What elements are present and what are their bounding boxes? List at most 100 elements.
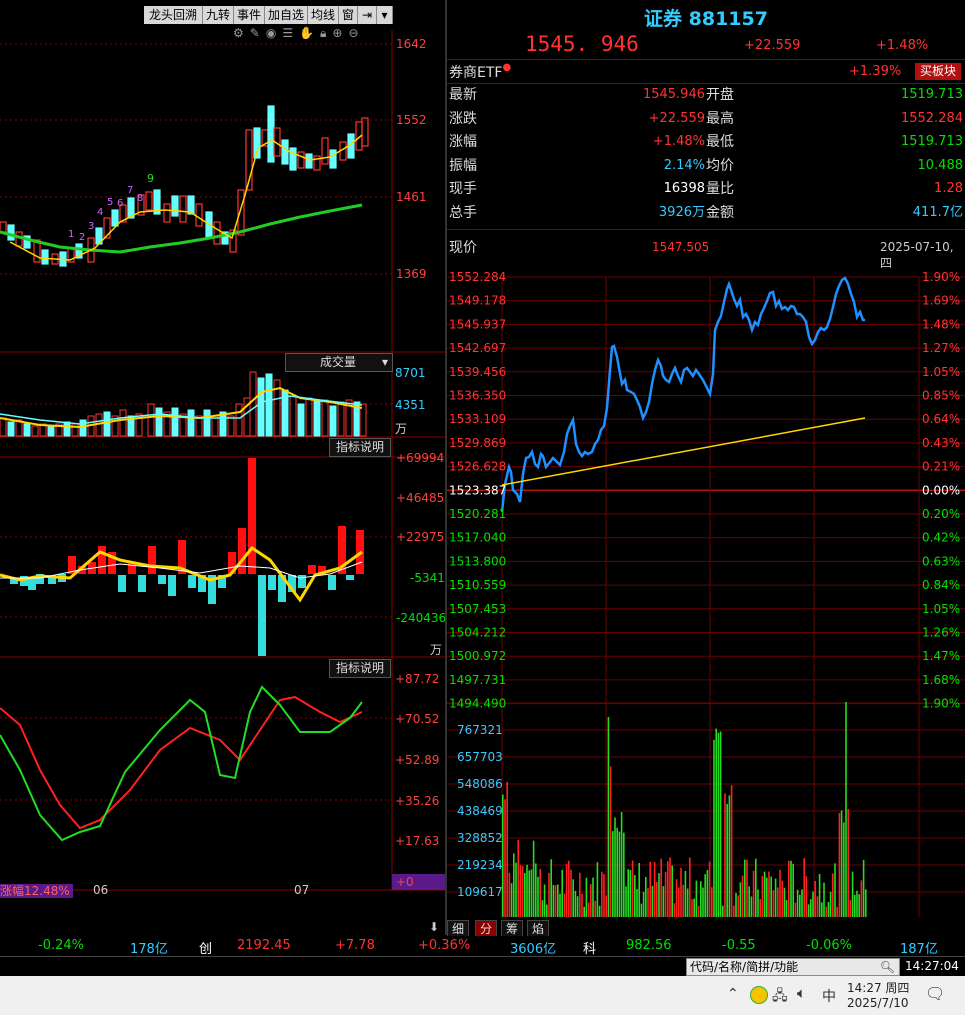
candle [297,151,305,169]
intraday-volume-bar [865,889,867,917]
search-input[interactable]: 代码/名称/简拼/功能 🔍︎ [686,958,900,976]
app-tray-icon[interactable] [750,986,768,1004]
intraday-volume-bar [649,861,651,917]
taskbar-time[interactable]: 14:27 周四 [847,979,909,996]
ime-indicator[interactable]: 中 [822,986,836,1006]
intraday-volume-bar [722,905,724,917]
intraday-volume-bar [691,899,693,917]
macd-bar [346,575,354,580]
intraday-volume-bar [638,862,640,917]
notification-icon[interactable]: 🗨︎ [925,984,945,1003]
intraday-volume-bar [744,859,746,917]
price-axis-tick: 1552.284 [449,270,506,284]
intraday-volume-bar [845,702,847,917]
intraday-volume-bar [605,895,607,917]
network-icon[interactable]: 🖧︎ [772,985,788,1009]
quote-field-value: 1519.713 [900,134,963,149]
intraday-volume-bar [847,809,849,917]
intraday-volume-bar [552,885,555,917]
pct-axis-tick: 0.20% [922,507,960,521]
ticker-item[interactable]: 科 [583,938,596,957]
intraday-volume-bar [849,899,852,917]
nine-mark: 5 [107,197,113,208]
volume-bar [0,417,7,437]
intraday-volume-bar [568,860,570,917]
intraday-volume-bar [614,817,616,917]
volume-axis-tick: 657703 [457,750,503,764]
intraday-volume-bar [851,871,854,917]
macd-bar [158,575,166,584]
intraday-chart-svg: 1552.284 1549.178 1545.937 1542.697 1539.456… [447,270,965,917]
kdj-help-button[interactable]: 指标说明 [329,659,391,678]
candle [195,203,203,227]
quote-field-value: 16398 [663,181,705,196]
chevron-up-icon[interactable]: ⌃ [727,986,739,1002]
volume-bar [227,415,235,437]
intraday-volume-bar [717,732,720,917]
intraday-volume-bar [695,880,698,917]
intraday-volume-bar [735,893,737,917]
macd-bar [188,575,196,588]
macd-axis-tick: -5341 [410,571,445,585]
macd-axis-tick: +699946 [396,451,445,465]
intraday-volume-bar [546,904,548,917]
etf-label[interactable]: 券商ETF● [449,62,511,82]
quote-info-row: 涨幅 +1.48% 最低 1519.713 [447,131,965,153]
macd-bar [268,575,276,590]
price-axis-tick: 1513.800 [449,554,506,568]
intraday-volume-bar [660,858,662,917]
intraday-volume-bar [537,876,539,917]
taskbar-date[interactable]: 2025/7/10 [847,996,909,1010]
buy-sector-button[interactable]: 买板块 [915,63,961,80]
intraday-volume-bar [825,906,827,917]
quote-field-value: 3926万 [658,204,705,220]
intraday-volume-bar [598,905,601,917]
intraday-volume-bar [792,863,794,917]
search-icon[interactable]: 🔍︎ [880,959,895,975]
pct-axis-tick: 1.68% [922,673,960,687]
volume-bar [155,407,163,437]
macd-help-button[interactable]: 指标说明 [329,438,391,457]
volume-bar [7,421,15,437]
download-icon[interactable]: ⬇ [429,920,439,934]
volume-bar [337,401,345,437]
intraday-volume-bar [631,860,634,917]
intraday-volume-bar [700,881,702,917]
volume-bar [171,407,179,437]
candle [0,221,7,233]
pct-axis-tick: 1.05% [922,365,960,379]
candle [281,139,289,165]
intraday-volume-bar [856,890,858,917]
candle [145,191,153,211]
intraday-volume-bar [596,862,599,917]
volume-icon[interactable]: 🔈︎ [797,984,806,1002]
intraday-volume-bar [634,875,636,917]
volume-bar [103,411,111,437]
month-label: 07 [294,883,309,897]
volume-bar [235,403,243,437]
candle [361,117,369,147]
pct-axis-tick: 0.42% [922,531,960,545]
intraday-volume-bar [781,880,783,917]
intraday-volume-bar [746,859,748,917]
macd-bar [328,575,336,590]
current-price-value: 1547.505 [652,240,710,254]
intraday-volume-bar [627,869,629,917]
ticker-item[interactable]: 创 [199,938,212,957]
intraday-volume-bar [711,887,713,917]
price-axis-tick: 1510.559 [449,578,506,592]
intraday-volume-bar [530,869,533,917]
quote-info-row: 振幅 2.14% 均价 10.488 [447,155,965,177]
intraday-volume-bar [750,896,753,917]
current-price-label: 现价 [449,240,477,256]
volume-axis-unit: 万 [395,422,407,436]
intraday-volume-bar [733,905,735,917]
intraday-volume-bar [821,902,823,917]
macd-axis-unit: 万 [430,643,442,657]
volume-bar [187,409,195,437]
ticker-item: +0.36% [418,938,471,953]
macd-bar [28,578,36,590]
intraday-volume-bar [513,853,515,917]
volume-panel-header[interactable]: 成交量 ▾ [285,353,393,372]
price-axis-tick: 1549.178 [449,294,506,308]
